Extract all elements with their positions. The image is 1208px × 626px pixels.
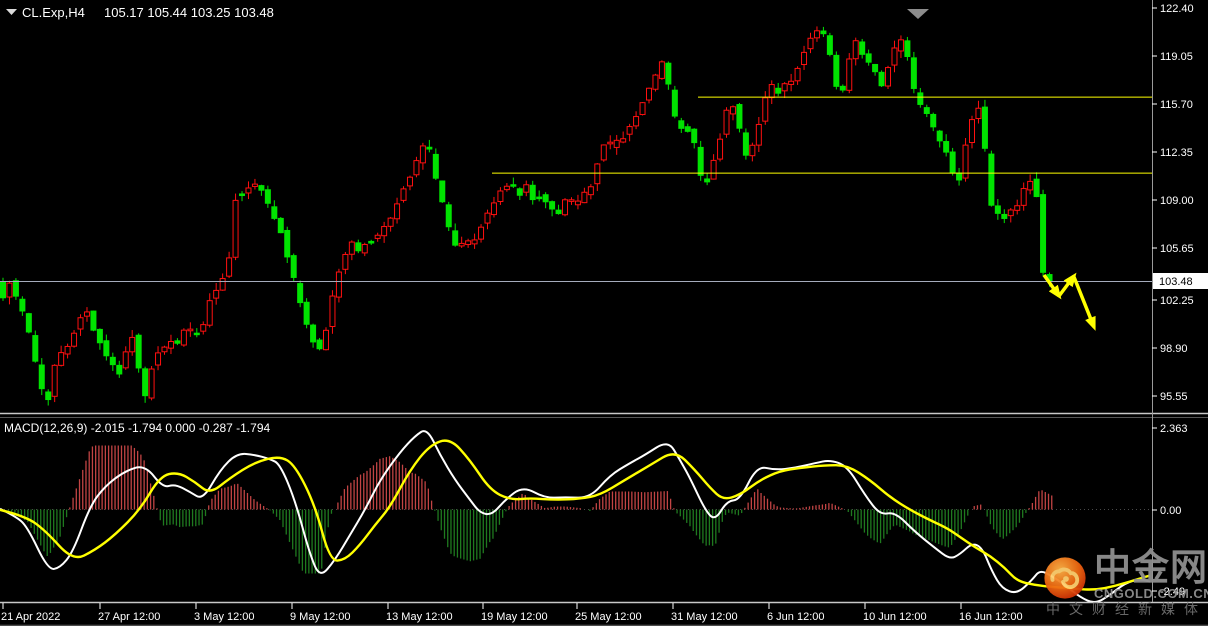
ohlc-quote: 105.17 105.44 103.25 103.48	[104, 5, 274, 20]
macd-axis-label: -2.49	[1160, 586, 1185, 598]
price-axis-label: 115.70	[1160, 99, 1193, 111]
time-axis-label: 16 Jun 12:00	[959, 611, 1023, 623]
candle	[652, 73, 659, 92]
candle	[833, 51, 840, 90]
candle	[25, 312, 32, 334]
candle	[335, 268, 342, 303]
price-axis-label: 122.40	[1160, 3, 1194, 15]
time-axis-label: 3 May 12:00	[194, 611, 255, 623]
macd-axis-label: 2.363	[1160, 423, 1188, 435]
candle	[32, 330, 39, 363]
candle	[988, 150, 995, 207]
chart-canvas[interactable]: 122.40 119.05 115.70 112.35 109.00 105.65 102.…	[0, 0, 1208, 626]
time-axis-label: 19 May 12:00	[481, 611, 548, 623]
candle	[671, 85, 678, 119]
time-axis-label: 6 Jun 12:00	[767, 611, 825, 623]
time-axis-label: 9 May 12:00	[290, 611, 351, 623]
time-axis-label: 21 Apr 2022	[1, 611, 60, 623]
candle	[1040, 189, 1047, 277]
candle	[981, 99, 988, 152]
price-axis-label: 112.35	[1160, 147, 1193, 159]
candle	[697, 140, 704, 181]
price-axis-label: 105.65	[1160, 243, 1194, 255]
candle	[323, 327, 329, 351]
price-axis-label: 109.00	[1160, 195, 1194, 207]
candle	[180, 328, 187, 347]
candle	[90, 310, 97, 332]
candle	[826, 32, 833, 57]
macd-label: MACD(12,26,9) -2.015 -1.794 0.000 -0.287…	[4, 421, 270, 435]
time-axis-label: 10 Jun 12:00	[863, 611, 927, 623]
price-axis-label: 119.05	[1160, 51, 1193, 63]
candle	[600, 144, 607, 162]
price-axis-label: 95.55	[1160, 391, 1188, 403]
candle	[742, 128, 749, 160]
candle	[303, 298, 310, 329]
candle	[232, 193, 239, 261]
time-axis-label: 31 May 12:00	[671, 611, 738, 623]
candle	[949, 147, 956, 176]
candle	[316, 337, 323, 351]
time-axis-label: 25 May 12:00	[575, 611, 642, 623]
candle	[277, 217, 284, 234]
candle	[51, 364, 58, 403]
candle	[723, 107, 730, 138]
candle	[885, 65, 892, 89]
candle	[400, 186, 407, 203]
candle	[658, 60, 665, 80]
time-axis-label: 13 May 12:00	[386, 611, 453, 623]
macd-axis-label: 0.00	[1160, 505, 1181, 517]
candle	[562, 198, 569, 217]
symbol-title: CL.Exp,H4	[22, 5, 85, 20]
candle	[445, 201, 452, 231]
candle	[135, 333, 142, 373]
candle	[439, 180, 446, 203]
time-axis-label: 27 Apr 12:00	[98, 611, 160, 623]
candle	[736, 102, 743, 133]
chart-background	[0, 0, 1208, 626]
price-axis-label: 98.90	[1160, 343, 1188, 355]
price-axis-label: 102.25	[1160, 295, 1194, 307]
candle	[846, 53, 853, 94]
candle	[639, 102, 646, 116]
candle	[878, 70, 885, 87]
candle	[148, 366, 155, 401]
mt4-chart-window: 122.40 119.05 115.70 112.35 109.00 105.65 102.…	[0, 0, 1208, 626]
candle	[910, 51, 917, 94]
current-price-tag-text: 103.48	[1159, 276, 1193, 288]
candle	[290, 253, 297, 282]
